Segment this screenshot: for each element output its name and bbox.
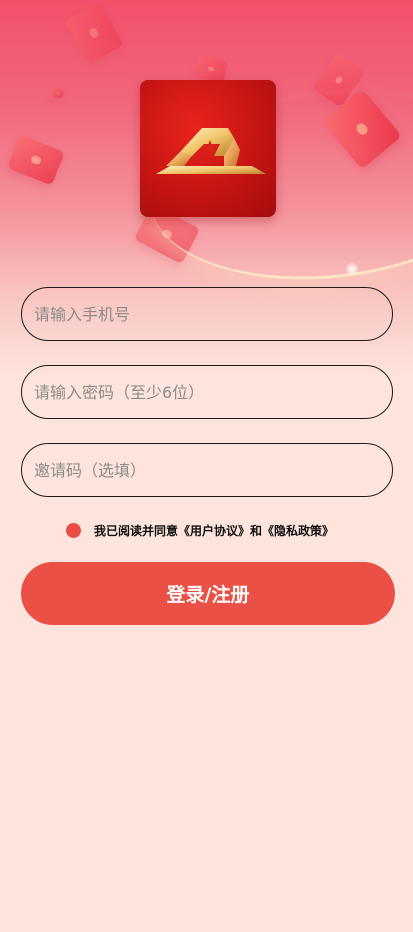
login-screen: 我已阅读并同意《用户协议》和《隐私政策》 登录/注册 (0, 0, 413, 932)
user-agreement-link[interactable]: 《用户协议》 (178, 524, 250, 538)
red-envelope-decoration (7, 134, 65, 186)
privacy-policy-link[interactable]: 《隐私政策》 (262, 524, 334, 538)
password-input[interactable] (21, 365, 393, 419)
agreement-radio[interactable] (66, 522, 81, 538)
login-register-button[interactable]: 登录/注册 (21, 562, 395, 625)
red-envelope-decoration (64, 1, 124, 65)
phone-input[interactable] (21, 287, 393, 341)
agreement-prefix: 我已阅读并同意 (94, 523, 179, 538)
agreement-text: 我已阅读并同意《用户协议》和《隐私政策》 (94, 522, 334, 539)
agreement-row: 我已阅读并同意《用户协议》和《隐私政策》 (66, 521, 334, 539)
red-envelope-decoration (50, 86, 66, 100)
sparkle-decoration (345, 262, 359, 276)
invite-code-input[interactable] (21, 443, 393, 497)
gold-star-mountain-icon (156, 128, 266, 174)
red-envelope-decoration (194, 55, 228, 83)
agreement-and: 和 (250, 523, 263, 538)
app-logo (140, 80, 276, 217)
